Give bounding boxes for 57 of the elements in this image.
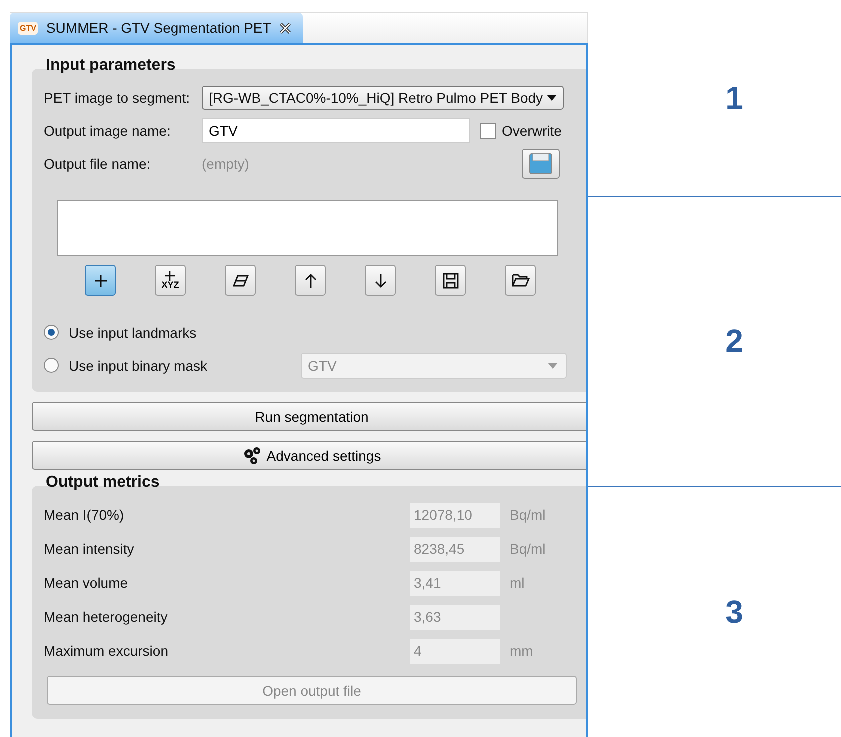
run-button[interactable]: Run segmentation — [32, 402, 586, 431]
floppy-icon — [442, 272, 458, 288]
save-file-button[interactable] — [522, 148, 560, 178]
eraser-button[interactable] — [225, 265, 256, 296]
radio-label: Use input landmarks — [69, 324, 198, 340]
app-logo: GTV — [18, 22, 38, 34]
section-number: 1 — [726, 80, 744, 116]
down-button[interactable] — [365, 265, 396, 296]
caret-icon — [548, 362, 558, 368]
group-title: Input parameters — [46, 57, 176, 75]
down-arrow-icon — [374, 272, 388, 288]
image-dropdown[interactable]: [RG-WB_CTAC0%-10%_HiQ] Retro Pulmo PET Body — [202, 86, 564, 110]
eraser-icon — [232, 274, 250, 288]
folder-button[interactable] — [505, 265, 536, 296]
plus-xyz-button[interactable]: XYZ — [155, 265, 186, 296]
landmark-list[interactable] — [57, 200, 558, 256]
overwrite-checkbox[interactable] — [480, 122, 496, 138]
radio-label: Use input binary mask — [69, 358, 209, 374]
unit-label: Bq/ml — [510, 541, 546, 557]
name-input[interactable]: GTV — [202, 118, 470, 143]
metric-label: Mean intensity — [44, 541, 136, 557]
plus-icon — [165, 271, 176, 281]
save-button[interactable] — [435, 265, 466, 296]
metric-label: Mean I(70%) — [44, 507, 126, 523]
file-name-value: (empty) — [202, 156, 250, 172]
settings-button[interactable]: Advanced settings — [32, 441, 586, 470]
unit-label: Bq/ml — [510, 507, 546, 523]
metric-value-field: 3,63 — [410, 604, 500, 630]
unit-label: mm — [510, 643, 534, 659]
metric-label: Mean heterogeneity — [44, 609, 169, 625]
document-tab[interactable]: GTV SUMMER - GTV Segmentation PET — [10, 13, 303, 43]
up-arrow-icon — [304, 272, 318, 288]
metric-value-field: 4 — [410, 638, 500, 664]
checkbox-label: Overwrite — [502, 122, 562, 138]
plus-button[interactable] — [85, 265, 116, 296]
floppy-icon — [529, 152, 553, 174]
caret-icon — [547, 94, 557, 100]
gears-icon — [242, 446, 263, 466]
field-label: Output file name: — [44, 156, 152, 172]
plus-icon — [92, 272, 108, 288]
group-title: Output metrics — [46, 474, 160, 492]
metric-label: Mean volume — [44, 575, 130, 591]
metric-value-field: 8238,45 — [410, 536, 500, 562]
metric-value-field: 3,41 — [410, 570, 500, 596]
radio-button[interactable] — [44, 325, 59, 340]
radio-button[interactable] — [44, 358, 59, 373]
field-label: Output image name: — [44, 122, 172, 138]
metric-value-field: 12078,10 — [410, 502, 500, 528]
xyz-label: XYZ — [162, 281, 180, 290]
unit-label: ml — [510, 575, 525, 591]
section-number: 2 — [726, 323, 744, 360]
folder-icon — [512, 273, 530, 288]
section-number: 3 — [726, 594, 744, 630]
field-label: PET image to segment: — [44, 90, 192, 106]
metric-label: Maximum excursion — [44, 643, 170, 659]
close-icon[interactable] — [279, 22, 292, 34]
up-button[interactable] — [295, 265, 326, 296]
